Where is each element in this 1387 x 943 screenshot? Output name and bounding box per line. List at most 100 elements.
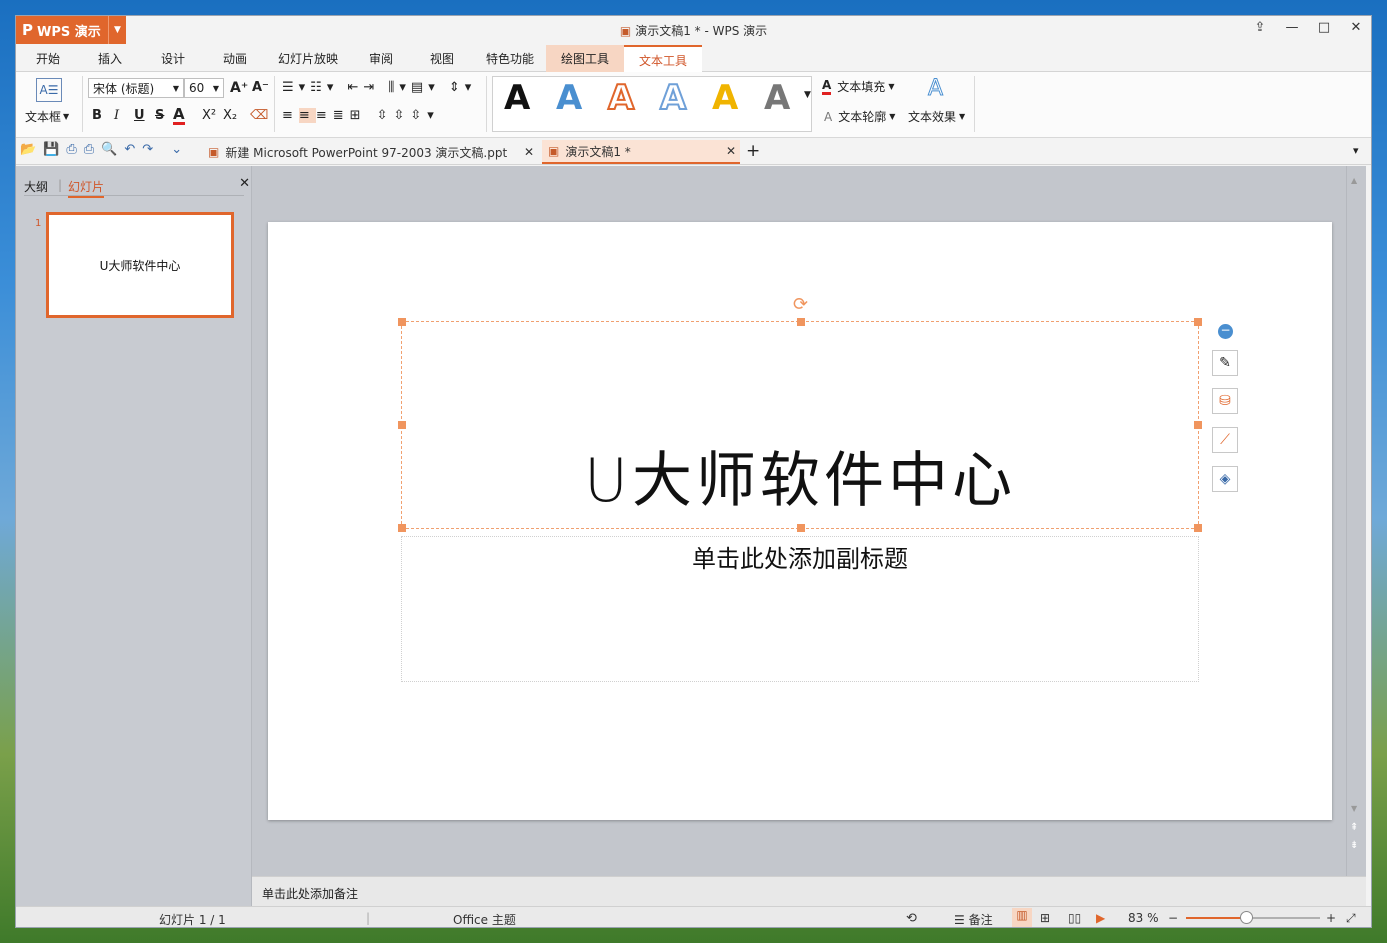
resize-handle[interactable] (1194, 524, 1202, 532)
subtitle-placeholder[interactable]: 单击此处添加副标题 (401, 536, 1199, 682)
bold-button[interactable]: B (92, 108, 102, 123)
list-buttons[interactable]: ☰▾☷▾ ⇤⇥ ⫼▾▤▾ ⇕▾ (282, 80, 476, 95)
close-tab-icon[interactable]: ✕ (524, 145, 534, 159)
slide-sorter-icon[interactable]: ⊞ (1040, 911, 1050, 925)
text-style-gray[interactable]: A (764, 78, 790, 118)
pin-ribbon-icon[interactable]: ⇪ (1251, 20, 1269, 35)
tab-design[interactable]: 设计 (161, 50, 185, 67)
zoom-out-button[interactable]: − (1168, 911, 1178, 925)
resize-handle[interactable] (797, 524, 805, 532)
strikethrough-button[interactable]: S (155, 108, 164, 123)
grow-font-button[interactable]: A⁺ (230, 80, 248, 96)
resize-handle[interactable] (398, 524, 406, 532)
gallery-more-icon[interactable]: ▼ (804, 90, 811, 100)
chevron-down-icon: ▼ (959, 112, 966, 121)
resize-handle[interactable] (398, 421, 406, 429)
previous-slide-icon[interactable]: ⇞ (1350, 822, 1358, 833)
slide-subtitle[interactable]: 单击此处添加副标题 (402, 539, 1198, 574)
tab-drawing-tools[interactable]: 绘图工具 (546, 45, 624, 72)
next-slide-icon[interactable]: ⇟ (1350, 840, 1358, 851)
text-effect-button[interactable]: 文本效果 ▼ (908, 108, 965, 125)
scroll-up-icon[interactable]: ▲ (1351, 176, 1357, 185)
zoom-in-button[interactable]: + (1326, 911, 1336, 925)
text-style-gold[interactable]: A (712, 78, 738, 118)
history-icon[interactable]: ⟲ (906, 911, 917, 926)
minimize-button[interactable]: — (1283, 20, 1301, 35)
notes-placeholder: 单击此处添加备注 (262, 887, 359, 901)
status-bar: 幻灯片 1 / 1 | Office 主题 ⟲ ☰ 备注 ▥ ⊞ ▯▯ ▶ 83… (16, 906, 1371, 927)
zoom-level[interactable]: 83 % (1128, 911, 1159, 925)
notes-toggle[interactable]: ☰ 备注 (954, 911, 993, 927)
align-center-button[interactable]: ≡ (298, 108, 316, 123)
text-style-orange-outline[interactable]: A (607, 77, 635, 119)
zoom-slider[interactable] (1186, 911, 1320, 924)
text-style-black[interactable]: A (504, 78, 530, 118)
resize-handle[interactable] (398, 318, 406, 326)
slide-workarea: ⟳ U大师软件中心 单击此处添加副标题 − ✎ ⛁ ⟋ ◈ (252, 166, 1346, 876)
textbox-label: 文本框 (25, 110, 62, 124)
close-button[interactable]: ✕ (1347, 20, 1365, 35)
close-pane-icon[interactable]: ✕ (239, 176, 250, 191)
tab-review[interactable]: 审阅 (369, 50, 393, 67)
resize-handle[interactable] (1194, 318, 1202, 326)
reading-view-icon[interactable]: ▯▯ (1068, 911, 1081, 925)
clear-format-icon[interactable]: ⌫ (250, 108, 268, 123)
tab-insert[interactable]: 插入 (98, 50, 122, 67)
slide-thumbnail[interactable]: U大师软件中心 (46, 212, 234, 318)
tab-special[interactable]: 特色功能 (486, 50, 534, 67)
text-outline-button[interactable]: A 文本轮廓 ▼ (824, 108, 895, 125)
textbox-button[interactable]: 文本框 ▼ (25, 108, 69, 125)
doc-tab-label: 新建 Microsoft PowerPoint 97-2003 演示文稿.ppt (225, 145, 508, 160)
text-fill-button[interactable]: A 文本填充 ▼ (822, 78, 894, 95)
resize-handle[interactable] (797, 318, 805, 326)
title-placeholder[interactable]: U大师软件中心 (398, 318, 1202, 532)
font-size-select[interactable]: 60 ▼ (184, 78, 224, 98)
fit-window-icon[interactable]: ⤢ (1346, 911, 1356, 926)
resize-handle[interactable] (1194, 421, 1202, 429)
font-name-select[interactable]: 宋体 (标题) ▼ (88, 78, 184, 98)
document-icon: ▣ (619, 24, 632, 38)
quick-actions[interactable]: 📂💾⎙⎙🔍↶↷ ⌄ (20, 142, 189, 157)
slide-title[interactable]: U大师软件中心 (402, 432, 1198, 519)
scroll-down-icon[interactable]: ▼ (1351, 804, 1357, 813)
textbox-icon[interactable]: A☰ (36, 78, 62, 102)
layers-icon[interactable]: ◈ (1212, 466, 1238, 492)
superscript-button[interactable]: X² (202, 108, 216, 123)
text-outline-label: 文本轮廓 (838, 110, 887, 124)
tab-view[interactable]: 视图 (430, 50, 454, 67)
tab-text-tools[interactable]: 文本工具 (624, 45, 702, 72)
text-effect-icon[interactable]: A (927, 76, 943, 102)
collapse-toolbar-icon[interactable]: − (1218, 324, 1233, 339)
notes-area[interactable]: 单击此处添加备注 (252, 876, 1366, 906)
shrink-font-button[interactable]: A⁻ (252, 80, 269, 95)
outline-pen-icon[interactable]: ⟋ (1212, 427, 1238, 453)
zoom-slider-fill (1186, 917, 1247, 919)
doc-tab-current[interactable]: ▣ 演示文稿1 * ✕ (542, 140, 740, 164)
tab-slideshow[interactable]: 幻灯片放映 (278, 50, 338, 67)
tab-slides[interactable]: 幻灯片 (68, 178, 105, 198)
zoom-slider-thumb[interactable] (1240, 911, 1254, 924)
new-tab-button[interactable]: + (746, 141, 760, 161)
maximize-button[interactable]: □ (1315, 20, 1333, 35)
text-style-blue[interactable]: A (556, 78, 582, 118)
fill-bucket-icon[interactable]: ⛁ (1212, 388, 1238, 414)
align-buttons[interactable]: ≡ ≡ ≡≣⊞ ⇳⇳⇳▾ (282, 108, 440, 123)
normal-view-icon[interactable]: ▥ (1012, 908, 1032, 927)
text-fill-icon: A (822, 78, 832, 95)
underline-button[interactable]: U (134, 108, 145, 123)
tab-menu-icon[interactable]: ▾ (1353, 144, 1359, 157)
edit-shape-icon[interactable]: ✎ (1212, 350, 1238, 376)
close-tab-icon[interactable]: ✕ (726, 144, 736, 158)
rotate-handle-icon[interactable]: ⟳ (793, 294, 808, 315)
font-color-button[interactable]: A (173, 106, 185, 125)
subscript-button[interactable]: X₂ (223, 108, 237, 123)
slide-canvas[interactable]: ⟳ U大师软件中心 单击此处添加副标题 − ✎ ⛁ ⟋ ◈ (268, 222, 1332, 820)
slideshow-icon[interactable]: ▶ (1096, 911, 1105, 925)
italic-button[interactable]: I (114, 108, 119, 123)
tab-outline[interactable]: 大纲 (24, 178, 48, 195)
tab-animation[interactable]: 动画 (223, 50, 247, 67)
text-style-blue-outline[interactable]: A (659, 77, 687, 119)
doc-tab-ppt[interactable]: ▣ 新建 Microsoft PowerPoint 97-2003 演示文稿.pp… (202, 140, 540, 164)
tab-home[interactable]: 开始 (36, 50, 60, 67)
vertical-scrollbar[interactable]: ▲ ▼ ⇞ ⇟ (1346, 166, 1366, 876)
